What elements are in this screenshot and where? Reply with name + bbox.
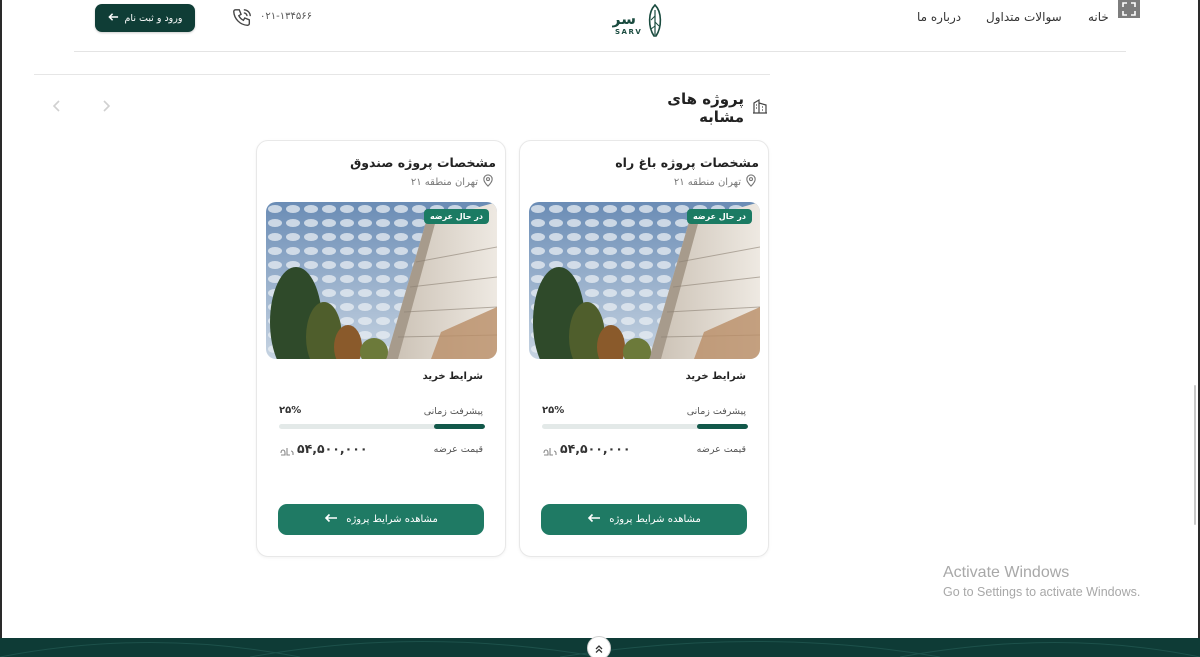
arrow-left-icon	[324, 513, 338, 526]
scroll-to-top-button[interactable]	[587, 636, 611, 657]
chevron-left-icon[interactable]	[52, 99, 62, 117]
activate-windows-subtitle: Go to Settings to activate Windows.	[943, 585, 1141, 599]
price-label: قیمت عرضه	[433, 444, 483, 455]
location-text: تهران منطقه ۲۱	[410, 176, 478, 188]
window-frame-left	[0, 0, 2, 657]
login-register-label: ورود و ثبت نام	[124, 12, 183, 24]
login-register-button[interactable]: ورود و ثبت نام	[95, 4, 195, 32]
project-image[interactable]: در حال عرضه	[529, 202, 760, 359]
progress-fill	[696, 424, 748, 429]
project-card[interactable]: مشخصات پروژه صندوق تهران منطقه ۲۱ در حال…	[256, 140, 506, 557]
status-badge: در حال عرضه	[423, 209, 489, 224]
section-title: پروژه های مشابه	[667, 90, 744, 126]
scrollbar-thumb[interactable]	[1194, 385, 1196, 525]
price-value: ۵۴,۵۰۰,۰۰۰	[560, 441, 631, 456]
location-pin-icon	[745, 174, 757, 190]
expand-icon[interactable]	[1118, 0, 1140, 18]
progress-bar	[279, 424, 485, 429]
nav-faq[interactable]: سوالات متداول	[986, 10, 1062, 24]
activate-windows-title: Activate Windows	[943, 564, 1070, 581]
project-image[interactable]: در حال عرضه	[266, 202, 497, 359]
project-title[interactable]: مشخصات پروژه باغ راه	[615, 155, 759, 170]
status-badge: در حال عرضه	[686, 209, 752, 224]
arrow-left-icon	[587, 513, 601, 526]
view-project-terms-button[interactable]: مشاهده شرایط پروژه	[278, 504, 484, 535]
progress-value: ۲۵%	[279, 405, 302, 416]
phone-number[interactable]: ۰۲۱-۱۳۴۵۶۶	[260, 11, 312, 22]
section-divider	[34, 74, 770, 75]
project-card[interactable]: مشخصات پروژه باغ راه تهران منطقه ۲۱ در ح…	[519, 140, 769, 557]
site-logo[interactable]: سرو	[602, 2, 668, 42]
project-location: تهران منطقه ۲۱	[674, 174, 757, 190]
location-text: تهران منطقه ۲۱	[673, 176, 741, 188]
progress-label: پیشرفت زمانی	[423, 406, 483, 417]
location-pin-icon	[482, 174, 494, 190]
phone-icon	[231, 7, 253, 29]
arrow-left-icon	[107, 12, 119, 25]
similar-projects-heading: پروژه های مشابه	[620, 90, 768, 126]
logo-latin: SARV	[615, 28, 643, 36]
project-location: تهران منطقه ۲۱	[411, 174, 494, 190]
chevron-up-icon	[594, 639, 604, 657]
cta-label: مشاهده شرایط پروژه	[609, 514, 701, 525]
purchase-terms-label: شرایط خرید	[685, 371, 746, 382]
project-title[interactable]: مشخصات پروژه صندوق	[350, 155, 496, 170]
buildings-icon	[752, 98, 768, 118]
cta-label: مشاهده شرایط پروژه	[346, 514, 438, 525]
price-value: ۵۴,۵۰۰,۰۰۰	[297, 441, 368, 456]
nav-about[interactable]: درباره ما	[917, 10, 961, 24]
nav-home[interactable]: خانه	[1088, 10, 1109, 24]
progress-bar	[542, 424, 748, 429]
chevron-right-icon[interactable]	[101, 99, 111, 117]
view-project-terms-button[interactable]: مشاهده شرایط پروژه	[541, 504, 747, 535]
progress-fill	[433, 424, 485, 429]
purchase-terms-label: شرایط خرید	[422, 371, 483, 382]
progress-value: ۲۵%	[542, 405, 565, 416]
price-label: قیمت عرضه	[696, 444, 746, 455]
progress-label: پیشرفت زمانی	[686, 406, 746, 417]
toman-icon	[542, 443, 558, 457]
logo-wordmark: سرو	[612, 10, 636, 28]
toman-icon	[279, 443, 295, 457]
